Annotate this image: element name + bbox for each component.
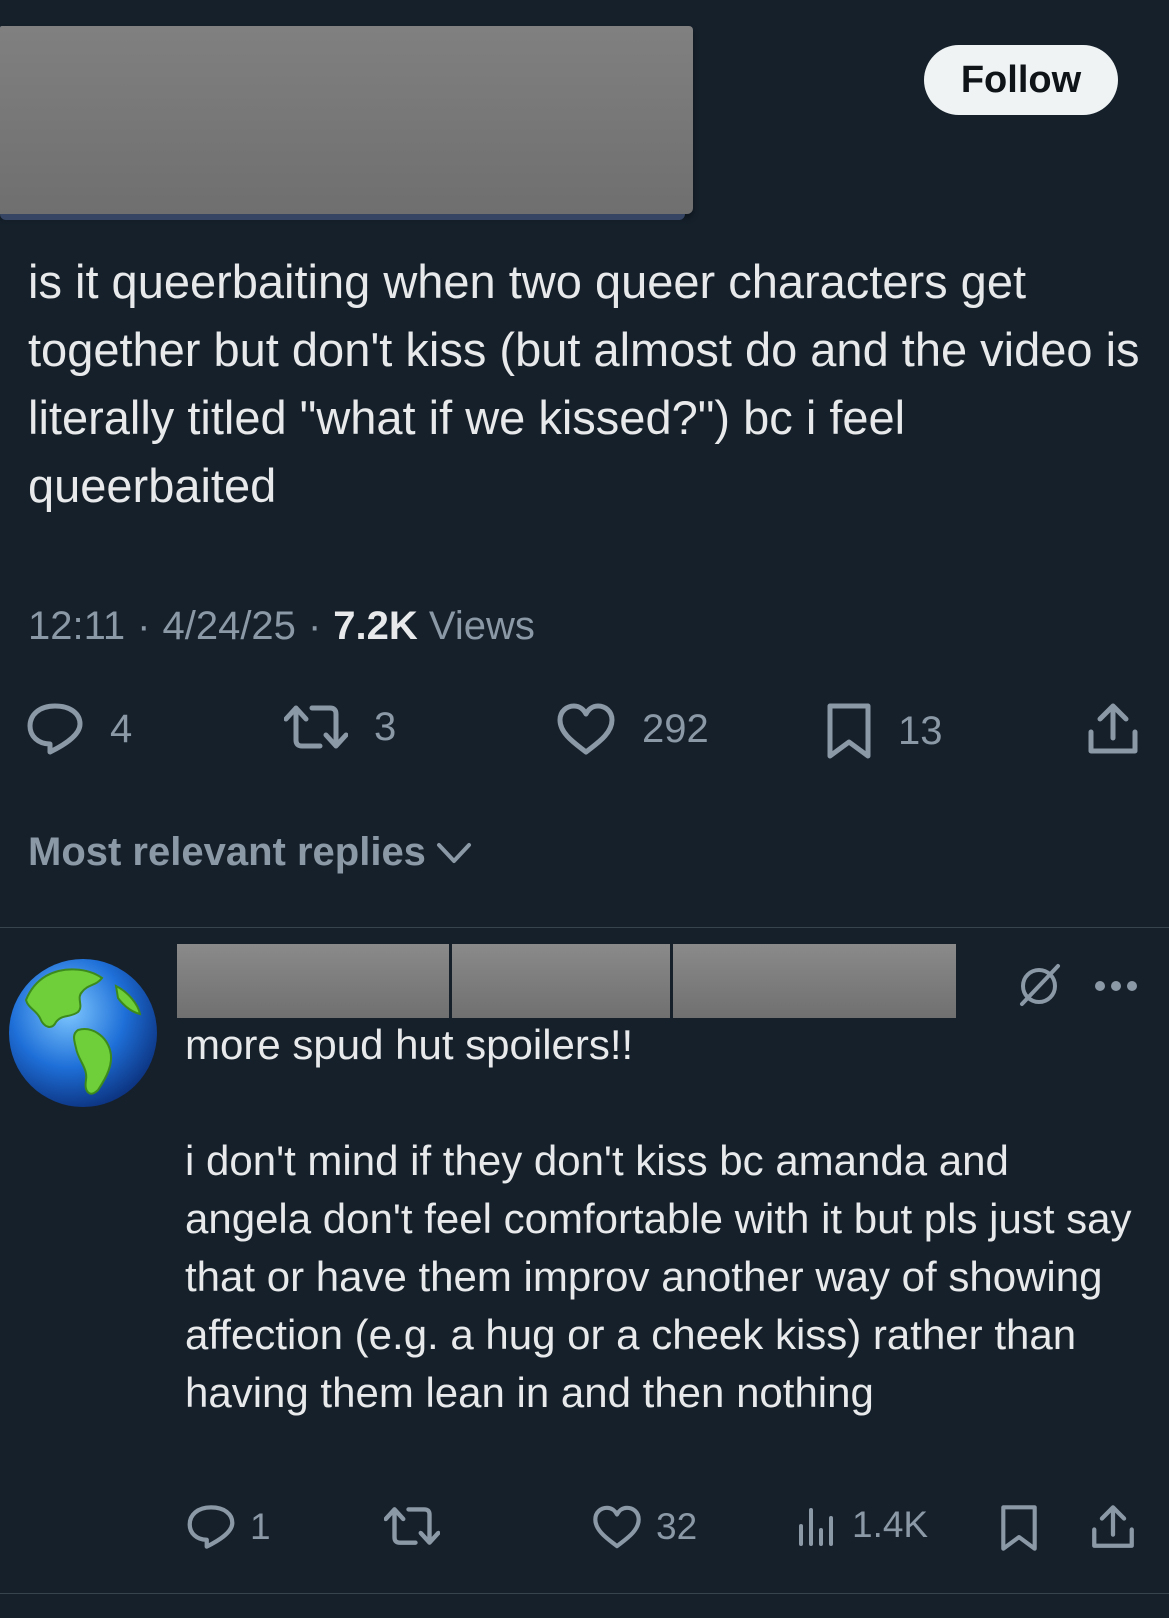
more-button[interactable] <box>1094 980 1138 992</box>
follow-button[interactable]: Follow <box>924 45 1118 115</box>
replies-sort-selector[interactable]: Most relevant replies <box>28 830 472 875</box>
bookmark-count: 13 <box>898 708 943 753</box>
reply-button[interactable]: 4 <box>26 702 132 756</box>
divider <box>0 927 1169 928</box>
grok-icon <box>1020 964 1060 1006</box>
meta-separator: · <box>307 604 322 648</box>
views-label: Views <box>428 604 535 648</box>
sort-label: Most relevant replies <box>28 830 426 874</box>
share-button[interactable] <box>1086 702 1140 756</box>
reply-reply-button[interactable]: 1 <box>186 1504 271 1550</box>
redacted-reply-handle <box>452 944 670 1018</box>
reply-actions: 1 32 1.4K <box>0 1504 1169 1554</box>
divider <box>0 1593 1169 1594</box>
reply-bookmark-button[interactable] <box>1000 1504 1038 1552</box>
like-icon <box>557 703 615 755</box>
bookmark-icon <box>1001 1505 1037 1551</box>
tweet-text: is it queerbaiting when two queer charac… <box>28 255 1140 512</box>
views-count: 7.2K <box>333 604 418 648</box>
reply-text: more spud hut spoilers!! i don't mind if… <box>185 1016 1145 1422</box>
like-button[interactable]: 292 <box>556 702 709 756</box>
reply-reply-count: 1 <box>250 1506 271 1547</box>
tweet-meta: 12:11 · 4/24/25 · 7.2K Views <box>28 604 535 649</box>
reply-icon <box>187 1505 235 1549</box>
views-icon <box>799 1508 833 1546</box>
repost-icon <box>384 1507 440 1545</box>
tweet-date[interactable]: 4/24/25 <box>162 604 295 649</box>
reply-line-1: more spud hut spoilers!! <box>185 1021 634 1068</box>
tweet-time[interactable]: 12:11 <box>28 604 125 649</box>
like-count: 292 <box>642 706 709 751</box>
reply-line-2: i don't mind if they don't kiss bc amand… <box>185 1137 1132 1416</box>
reply-icon <box>27 703 83 755</box>
more-icon <box>1095 981 1137 991</box>
grok-button[interactable] <box>1016 962 1062 1008</box>
reply-count: 4 <box>110 706 133 751</box>
bookmark-button[interactable]: 13 <box>826 702 943 760</box>
reply-like-count: 32 <box>656 1506 698 1547</box>
redacted-reply-name <box>177 944 449 1018</box>
tweet-actions: 4 3 292 13 <box>0 702 1169 762</box>
reply-like-button[interactable]: 32 <box>592 1504 697 1550</box>
meta-separator: · <box>137 604 151 648</box>
chevron-down-icon <box>436 842 471 863</box>
bookmark-icon <box>827 703 871 759</box>
redacted-reply-time <box>673 944 956 1018</box>
reply-views-count: 1.4K <box>852 1504 929 1545</box>
share-icon <box>1092 1505 1134 1548</box>
share-icon <box>1088 703 1138 754</box>
globe-avatar[interactable] <box>6 956 160 1110</box>
like-icon <box>593 1505 641 1549</box>
repost-icon <box>284 705 348 749</box>
reply-share-button[interactable] <box>1090 1504 1136 1550</box>
repost-button[interactable]: 3 <box>284 702 396 752</box>
redacted-author <box>0 26 693 220</box>
reply-views-button[interactable]: 1.4K <box>796 1504 928 1546</box>
reply-repost-button[interactable] <box>384 1504 440 1548</box>
repost-count: 3 <box>374 704 397 749</box>
